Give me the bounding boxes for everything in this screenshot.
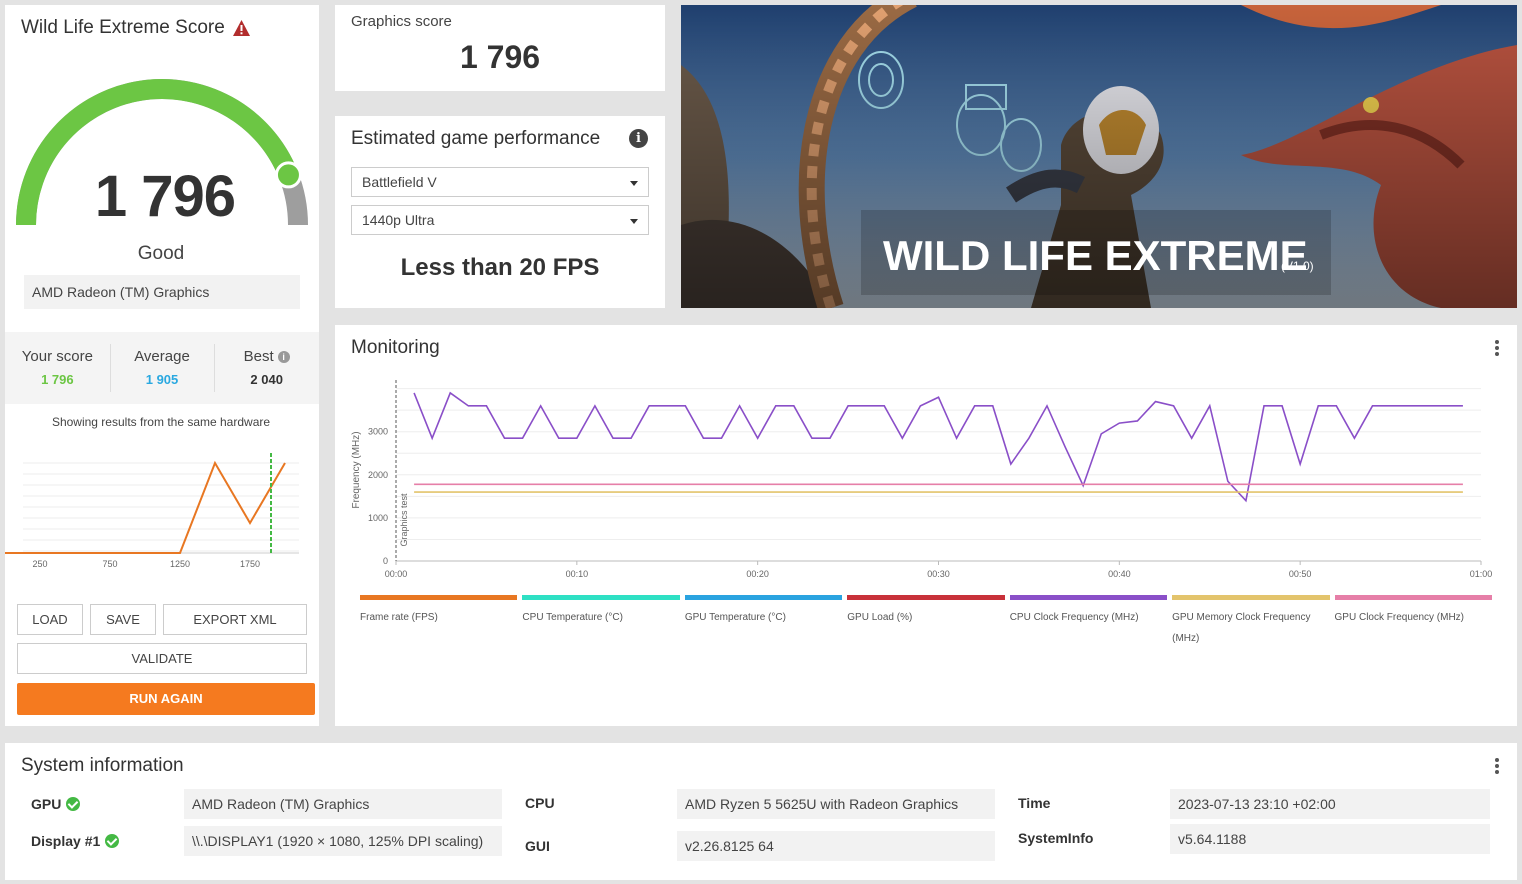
check-icon [66,797,81,811]
info-icon[interactable]: i [629,129,648,148]
legend-label: CPU Clock Frequency (MHz) [1009,612,1139,623]
legend-swatch [360,595,518,600]
legend-swatch [1334,595,1492,600]
legend-item[interactable]: GPU Memory Clock Frequency (MHz) [1172,595,1330,649]
y-tick-label: 1000 [368,513,388,523]
legend-item[interactable]: GPU Load (%) [847,595,1005,649]
legend-item[interactable]: GPU Clock Frequency (MHz) [1334,595,1492,649]
monitoring-title: Monitoring [351,337,440,358]
overall-score: 1 796 [94,164,236,229]
score-rating: Good [137,243,185,264]
legend-label: GPU Clock Frequency (MHz) [1334,612,1464,623]
cpu-label: CPU [525,795,555,811]
more-options-icon[interactable] [1495,758,1499,776]
x-tick-label: 750 [102,559,117,569]
y-tick-label: 2000 [368,470,388,480]
legend-item[interactable]: Frame rate (FPS) [360,595,518,649]
game-select[interactable]: Battlefield V [351,167,649,197]
best-score-value: 2 040 [250,372,283,387]
x-tick-label: 00:30 [927,569,950,579]
caret-down-icon [630,181,638,186]
legend-label: Frame rate (FPS) [360,612,438,623]
legend-label: CPU Temperature (°C) [522,612,623,623]
legend-label: GPU Memory Clock Frequency (MHz) [1172,612,1311,644]
score-title: Wild Life Extreme Score [21,17,250,39]
best-score: Best i 2 040 [214,332,319,404]
caret-down-icon [630,219,638,224]
export-xml-button[interactable]: EXPORT XML [163,604,307,635]
legend-swatch [522,595,680,600]
x-tick-label: 1750 [240,559,260,569]
average-score: Average 1 905 [109,332,215,404]
graphics-score-card: Graphics score 1 796 [335,5,665,91]
gpu-name: AMD Radeon (TM) Graphics [24,275,300,309]
legend-swatch [684,595,843,600]
more-options-icon[interactable] [1495,340,1499,358]
time-value: 2023-07-13 23:10 +02:00 [1170,789,1490,819]
system-information-panel: System information GPU AMD Radeon (TM) G… [5,743,1517,880]
validate-button[interactable]: VALIDATE [17,643,307,674]
x-tick-label: 00:00 [385,569,408,579]
game-performance-title: Estimated game performance [351,128,601,149]
legend-label: GPU Load (%) [847,612,913,623]
legend-swatch [847,595,1005,600]
your-score: Your score 1 796 [5,332,110,404]
score-comparison: Your score 1 796 Average 1 905 Best i 2 … [5,332,319,404]
save-button[interactable]: SAVE [90,604,156,635]
gpu-value: AMD Radeon (TM) Graphics [184,789,502,819]
game-performance-card: Estimated game performance i Battlefield… [335,116,665,308]
cpu-value: AMD Ryzen 5 5625U with Radeon Graphics [677,789,995,819]
y-tick-label: 0 [383,556,388,566]
banner-title: WILD LIFE EXTREME [883,232,1308,279]
time-label: Time [1018,795,1051,811]
x-tick-label: 01:00 [1470,569,1493,579]
monitoring-chart: 0 1000 2000 3000 00:00 00:10 00:20 00:30 00:40 00… [351,380,1493,579]
your-score-value: 1 796 [41,372,74,387]
x-tick-label: 00:10 [566,569,589,579]
y-axis-label: Frequency (MHz) [351,431,362,508]
score-panel: Wild Life Extreme Score 1 796 Good AMD R… [5,5,319,726]
graphics-score-label: Graphics score [351,13,452,30]
systeminfo-label: SystemInfo [1018,830,1094,846]
x-tick-label: 00:20 [746,569,769,579]
x-tick-label: 00:50 [1289,569,1312,579]
x-tick-label: 250 [32,559,47,569]
same-hardware-note: Showing results from the same hardware [51,415,271,429]
y-tick-label: 3000 [368,427,388,437]
banner-artwork: WILD LIFE EXTREME (V1.0) [681,5,1517,308]
monitoring-legend: Frame rate (FPS) CPU Temperature (°C) GPU … [360,595,1492,649]
monitoring-panel: Monitoring 0 1000 2000 3000 00:00 00:10 00:20 0… [335,325,1517,726]
run-again-button[interactable]: RUN AGAIN [17,683,315,715]
warning-icon[interactable] [232,20,250,36]
legend-item[interactable]: CPU Temperature (°C) [522,595,680,649]
preset-select[interactable]: 1440p Ultra [351,205,649,235]
load-button[interactable]: LOAD [17,604,83,635]
gui-label: GUI [525,838,550,854]
graphics-test-label: Graphics test [399,493,409,547]
x-tick-label: 00:40 [1108,569,1131,579]
systeminfo-value: v5.64.1188 [1170,824,1490,854]
display-value: \\.\DISPLAY1 (1920 × 1080, 125% DPI scal… [184,826,502,856]
average-score-value: 1 905 [145,372,179,387]
check-icon [105,834,120,848]
benchmark-banner: WILD LIFE EXTREME (V1.0) [681,5,1517,308]
legend-label: GPU Temperature (°C) [684,612,786,623]
graphics-score-value: 1 796 [459,39,541,75]
score-distribution-chart: 250 750 1250 1750 [5,453,299,569]
banner-version: (V1.0) [1281,259,1314,273]
info-icon[interactable]: i [277,350,290,363]
gui-value: v2.26.8125 64 [677,831,995,861]
system-information-title: System information [21,755,184,776]
legend-swatch [1009,595,1168,600]
legend-item[interactable]: CPU Clock Frequency (MHz) [1009,595,1168,649]
legend-swatch [1172,595,1330,600]
x-tick-label: 1250 [170,559,190,569]
estimated-fps: Less than 20 FPS [400,254,600,281]
display-label: Display #1 [31,833,120,849]
gpu-label: GPU [31,796,81,812]
legend-item[interactable]: GPU Temperature (°C) [684,595,843,649]
